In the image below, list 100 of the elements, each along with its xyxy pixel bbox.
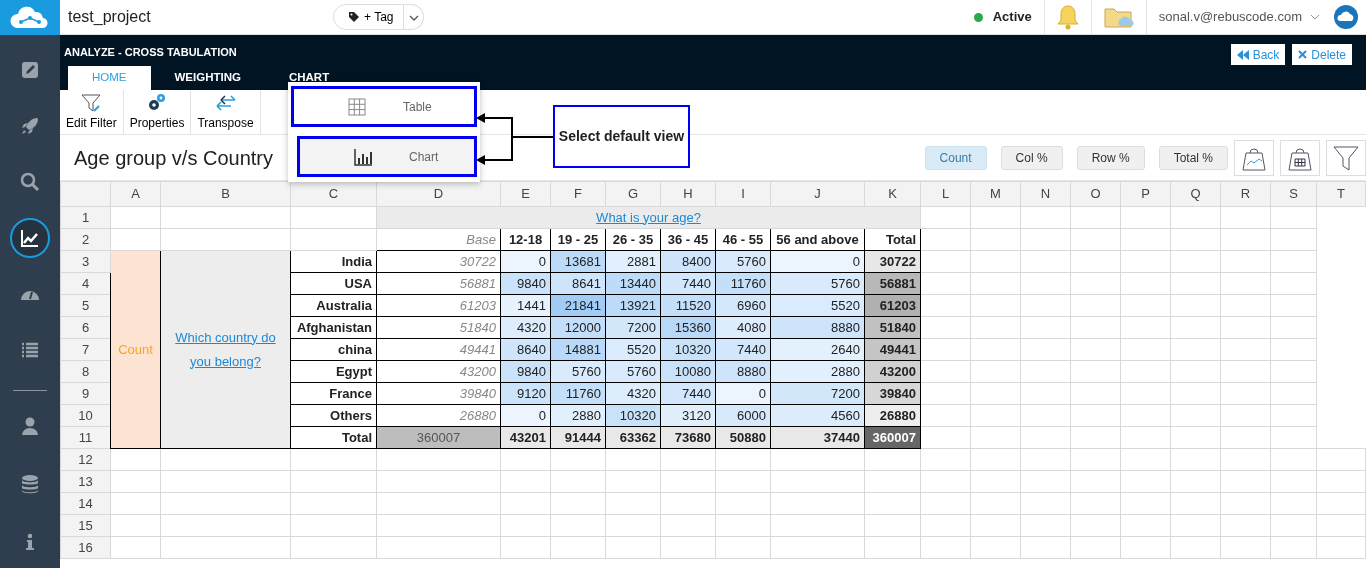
row-number: 10 [60,404,111,427]
column-letter: L [920,181,971,207]
table-cell: Base [376,228,501,251]
close-icon [1298,50,1308,59]
sidebar-button[interactable] [10,218,50,258]
table-cell: 56881 [376,272,501,295]
grid-icon [348,97,367,116]
view-button[interactable]: Row % [1076,145,1145,170]
row-label: Australia [290,294,377,317]
filter-icon [1332,143,1360,172]
column-letter: M [970,181,1021,207]
row-number: 7 [60,338,111,361]
menu-item[interactable]: Chart [297,136,477,177]
edit-icon [20,60,40,80]
column-letter: R [1220,181,1271,207]
column-header: 12-18 [500,228,551,251]
rewind-icon [1236,49,1249,60]
user-icon [20,416,40,436]
row-number: 8 [60,360,111,383]
column-letter: N [1020,181,1071,207]
view-button[interactable]: Count [924,145,987,170]
view-button[interactable]: Col % [1000,145,1063,170]
funnel-icon [80,92,103,112]
column-letter: D [376,181,501,207]
row-number: 2 [60,228,111,251]
tag-button[interactable]: + Tag [333,4,405,30]
report-title: Age group v/s Country [74,145,273,171]
table-cell: 39840 [376,382,501,405]
row-label: Total [290,426,377,449]
delete-button[interactable]: Delete [1292,44,1352,65]
row-label: Others [290,404,377,427]
column-header: Total [864,228,921,251]
table-cell: 43200 [376,360,501,383]
user-email[interactable]: sonal.v@rebuscode.com [1158,7,1302,27]
table-cell: 49441 [376,338,501,361]
row-number: 15 [60,514,111,537]
bar-chart-icon [354,147,373,166]
icon-button[interactable] [1280,139,1320,176]
row-number: 16 [60,536,111,559]
rocket-icon [20,116,40,136]
column-letter: A [110,181,161,207]
row-number: 12 [60,448,111,471]
row-number: 14 [60,492,111,515]
status-label: Active [992,8,1032,27]
row-number: 4 [60,272,111,295]
menu-item[interactable]: Table [291,86,477,127]
table-cell: 26880 [376,404,501,427]
column-letter: H [660,181,716,207]
column-header: 46 - 55 [715,228,771,251]
column-letter: F [550,181,606,207]
row-number: 13 [60,470,111,493]
row-number: 11 [60,426,111,449]
column-letter: E [500,181,551,207]
database-icon [20,474,40,494]
list-icon [20,340,40,360]
column-letter: J [770,181,865,207]
transpose-icon [214,92,237,112]
status-dot [973,12,983,22]
back-button[interactable]: Back [1230,44,1286,65]
page-title: ANALYZE - CROSS TABULATION [64,45,237,60]
tab[interactable]: WEIGHTING [150,66,265,90]
row-label: Egypt [290,360,377,383]
avatar-icon[interactable] [1334,5,1358,29]
row-number: 5 [60,294,111,317]
line-chart-icon [20,228,40,248]
table-cell: 61203 [376,294,501,317]
column-header: 56 and above [770,228,865,251]
table-cell: 51840 [376,316,501,339]
table-cell: Count [110,250,161,449]
column-letter: T [1316,181,1366,207]
column-letter: I [715,181,771,207]
row-number: 9 [60,382,111,405]
row-label: India [290,250,377,273]
column-letter: C [290,181,377,207]
project-name: test_project [68,7,152,27]
column-letter: B [160,181,291,207]
column-header: 36 - 45 [660,228,716,251]
row-label: USA [290,272,377,295]
row-number: 6 [60,316,111,339]
caret-icon[interactable] [1310,14,1320,20]
column-letter: Q [1170,181,1221,207]
row-label: Afghanistan [290,316,377,339]
column-letter: P [1120,181,1171,207]
row-label: France [290,382,377,405]
column-letter: O [1070,181,1121,207]
column-letter: G [605,181,661,207]
column-header: 26 - 35 [605,228,661,251]
row-number: 3 [60,250,111,273]
table-cell: 30722 [376,250,501,273]
search-icon [20,172,40,192]
column-letter: K [864,181,921,207]
view-button[interactable]: Total % [1158,145,1228,170]
column-letter: S [1270,181,1317,207]
row-label: china [290,338,377,361]
column-header: 19 - 25 [550,228,606,251]
row-number: 1 [60,206,111,229]
callout-box: Select default view [553,105,690,168]
tag-icon [348,11,360,23]
icon-button[interactable] [1234,139,1274,176]
caret-icon [409,14,419,21]
